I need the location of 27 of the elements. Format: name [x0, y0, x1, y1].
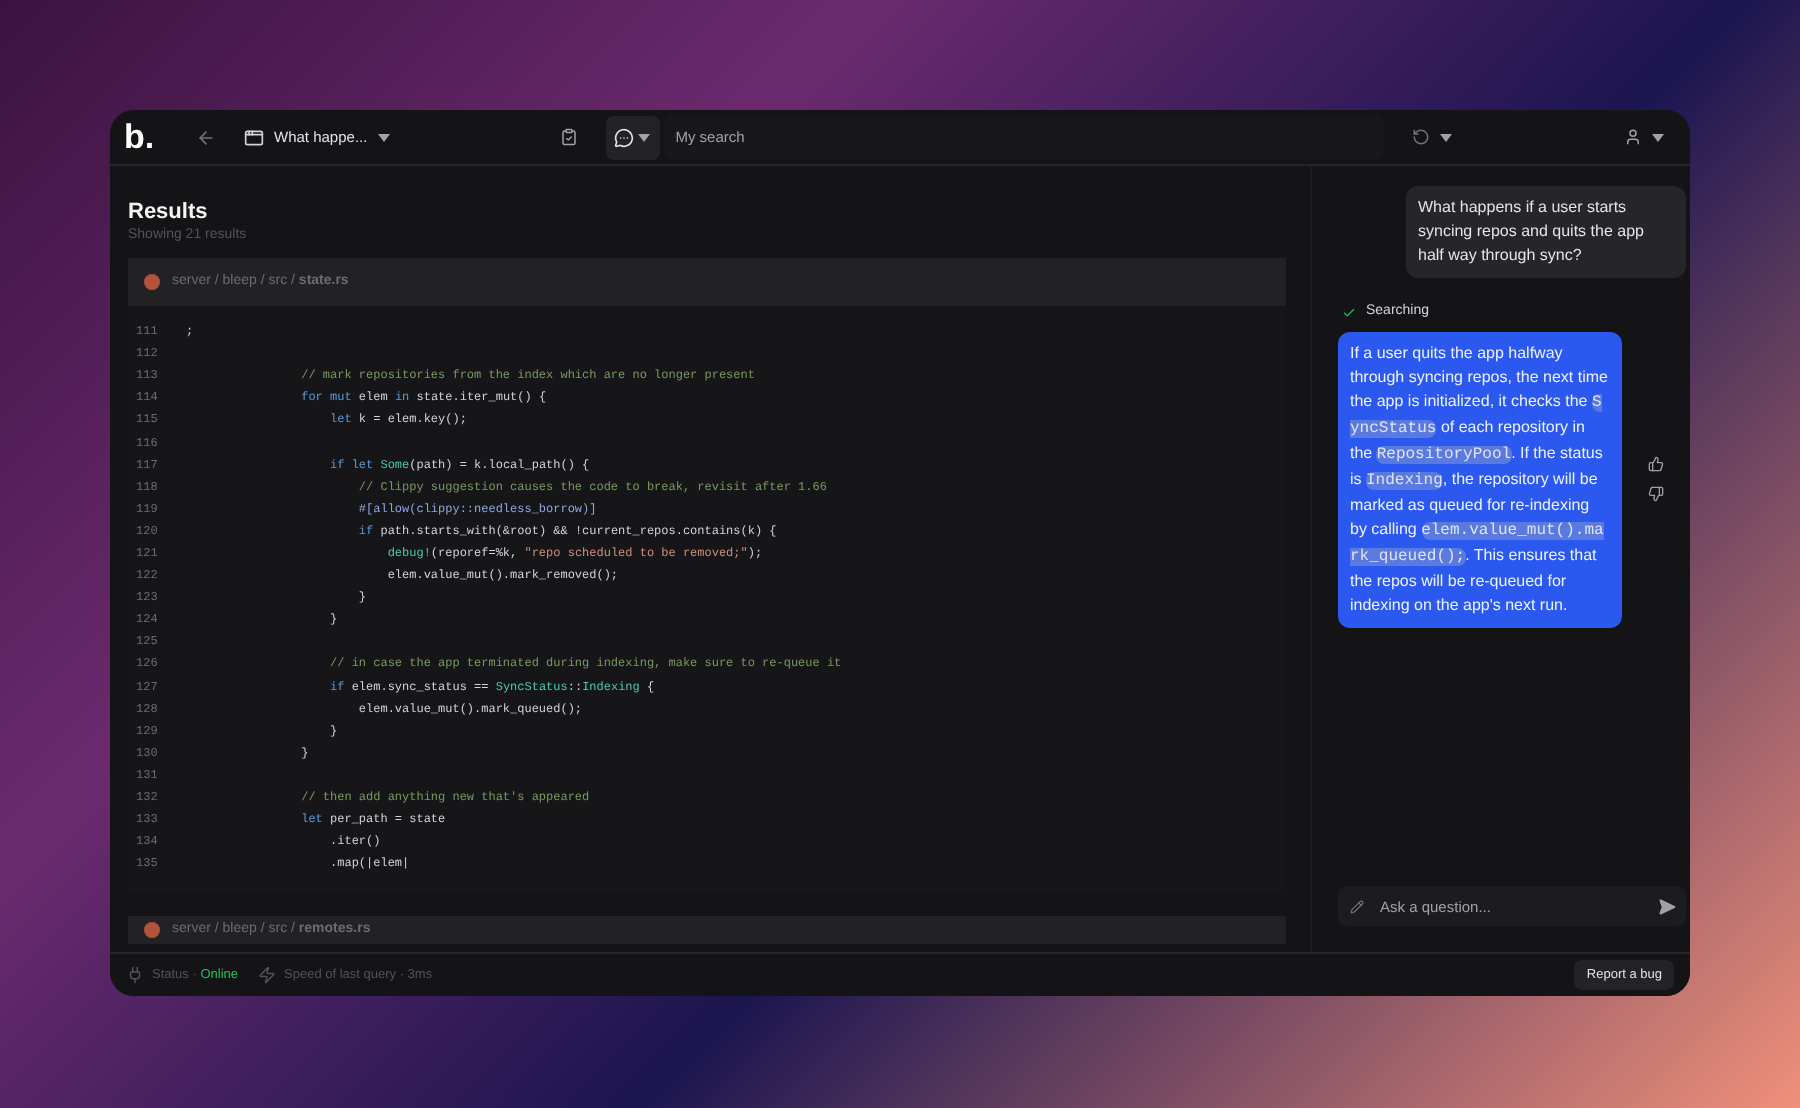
- back-arrow-icon: [196, 127, 216, 147]
- user-message: What happens if a user starts syncing repos and quits the app half way through sync?: [1406, 186, 1686, 278]
- results-title: Results: [128, 200, 210, 226]
- window-icon: [244, 127, 264, 147]
- chat-icon: [614, 127, 635, 147]
- thumbs-down-icon: [1648, 486, 1664, 502]
- clipboard-icon: [559, 128, 578, 146]
- caret-icon: [638, 133, 651, 141]
- file-icon: [144, 274, 160, 290]
- caret-icon: [1652, 133, 1664, 141]
- thumbs-up-icon: [1648, 456, 1664, 472]
- history-button[interactable]: [1411, 128, 1452, 146]
- pencil-icon: [1350, 899, 1364, 913]
- file-icon: [144, 922, 160, 939]
- undo-icon: [1411, 128, 1430, 146]
- answer-message: If a user quits the app halfway through syncing repos, the next time the app is initialized, it checks the SyncStatus of each repository in the RepositoryPool. If the status is Indexing, the repository will be marked as queued for re-indexing by calling elem.value_mut().mark_queued();. This ensures that the repos will be re-queued for indexing on the app's next run.: [1338, 331, 1622, 627]
- logo[interactable]: b.: [124, 120, 184, 154]
- send-icon[interactable]: [1658, 897, 1676, 915]
- user-icon: [1624, 128, 1642, 146]
- thumbs-down-button[interactable]: [1648, 486, 1664, 502]
- chat-mode-button[interactable]: [605, 115, 660, 159]
- caret-icon: [1439, 133, 1452, 141]
- plug-icon: [126, 966, 144, 984]
- account-button[interactable]: [1624, 128, 1664, 146]
- thumbs-up-button[interactable]: [1648, 456, 1664, 472]
- caret-icon: [377, 133, 390, 141]
- lightning-icon: [258, 966, 277, 984]
